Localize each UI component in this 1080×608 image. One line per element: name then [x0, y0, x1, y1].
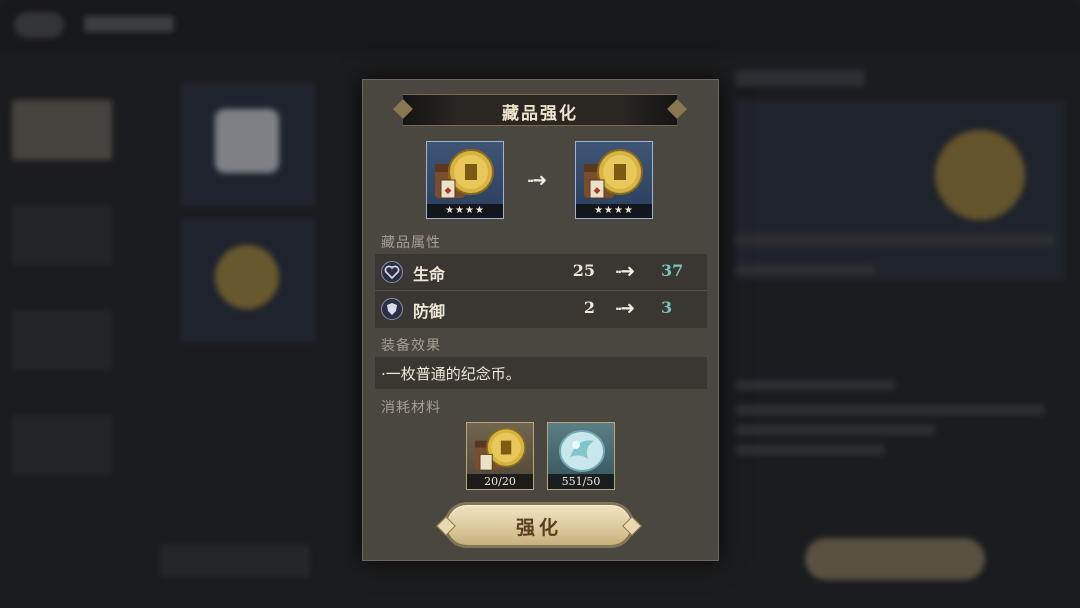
- effect-description: ·一枚普通的纪念币。: [381, 365, 521, 383]
- background-filter-pill: [160, 545, 310, 577]
- background-back-button: [14, 12, 64, 38]
- collection-enhance-dialog: 藏品强化 ◆ ★★★★ ··➜ ◆ ★★★★ 藏品属性 生命 25 ··➜ 37…: [362, 79, 719, 561]
- title-banner: 藏品强化: [403, 94, 677, 126]
- stat-name: 防御: [413, 302, 446, 321]
- coin-icon: [474, 427, 526, 471]
- materials-label: 消耗材料: [381, 400, 441, 416]
- enhance-button[interactable]: 强化: [446, 504, 632, 546]
- background-card: [182, 220, 314, 342]
- star-rating: ★★★★: [576, 204, 652, 218]
- background-card: [182, 84, 314, 206]
- heart-icon: [381, 261, 403, 283]
- background-sidebar: [12, 100, 122, 480]
- stat-arrow-icon: ··➜: [615, 298, 635, 319]
- stat-old-value: 25: [572, 261, 595, 280]
- background-sidebar-item: [12, 205, 112, 265]
- stat-new-value: 3: [661, 298, 673, 317]
- next-item-slot[interactable]: ◆ ★★★★: [575, 141, 653, 219]
- dialog-title: 藏品强化: [502, 104, 578, 124]
- attributes-label: 藏品属性: [381, 235, 441, 251]
- background-sidebar-item: [12, 415, 112, 475]
- crystal-icon: [559, 430, 605, 472]
- stat-row-defense: 防御 2 ··➜ 3: [375, 291, 707, 327]
- effect-label: 装备效果: [381, 338, 441, 354]
- stat-row-hp: 生命 25 ··➜ 37: [375, 254, 707, 291]
- effect-panel: ·一枚普通的纪念币。: [375, 357, 707, 389]
- coin-icon: ◆: [584, 149, 643, 199]
- stat-arrow-icon: ··➜: [615, 261, 635, 282]
- material-count: 20/20: [467, 474, 533, 489]
- current-item-slot[interactable]: ◆ ★★★★: [426, 141, 504, 219]
- background-sidebar-item: [12, 310, 112, 370]
- background-detail-panel: [735, 60, 1065, 560]
- stat-name: 生命: [413, 265, 446, 284]
- material-slot-coin[interactable]: 20/20: [466, 422, 534, 490]
- material-count: 551/50: [548, 474, 614, 489]
- stat-new-value: 37: [661, 261, 684, 280]
- background-sidebar-item: [12, 100, 112, 160]
- upgrade-arrow-icon: ··➜: [527, 170, 547, 191]
- star-rating: ★★★★: [427, 204, 503, 218]
- enhance-button-label: 强化: [515, 517, 562, 539]
- stats-panel: 生命 25 ··➜ 37 防御 2 ··➜ 3: [375, 254, 707, 328]
- material-slot-crystal[interactable]: 551/50: [547, 422, 615, 490]
- coin-icon: ◆: [435, 149, 494, 199]
- svg-text:◆: ◆: [445, 186, 452, 196]
- shield-icon: [381, 298, 403, 320]
- background-title: [84, 16, 174, 32]
- stat-old-value: 2: [583, 298, 595, 317]
- background-confirm-button: [805, 538, 985, 580]
- svg-text:◆: ◆: [594, 186, 601, 196]
